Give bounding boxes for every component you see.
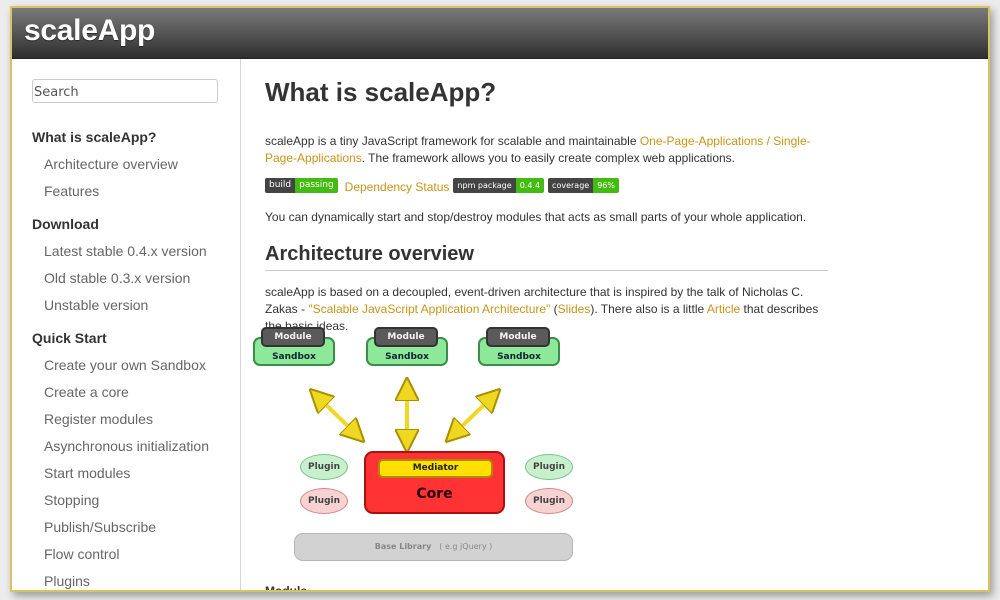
- module-box: Module: [374, 327, 438, 347]
- badge-value: 96%: [593, 177, 619, 193]
- plugin-red-right: Plugin: [525, 488, 573, 514]
- sidebar-item-flow-control[interactable]: Flow control: [32, 544, 240, 571]
- brand-logo[interactable]: scaleApp: [24, 14, 155, 48]
- sidebar-item-stopping[interactable]: Stopping: [32, 490, 240, 517]
- sidebar-item-create-core[interactable]: Create a core: [32, 382, 240, 409]
- plugin-red-left: Plugin: [300, 488, 348, 514]
- module-box: Module: [486, 327, 550, 347]
- browser-window: scaleApp What is scaleApp? Architecture …: [10, 6, 990, 592]
- badge-value: 0.4.4: [515, 177, 545, 193]
- core-label: Core: [416, 486, 453, 502]
- module-heading: Module: [265, 584, 307, 592]
- page-title: What is scaleApp?: [265, 77, 497, 107]
- badge-label: npm package: [453, 177, 516, 193]
- arrow-left: [318, 397, 356, 434]
- sidebar-item-create-sandbox[interactable]: Create your own Sandbox: [32, 355, 240, 382]
- module-box: Module: [261, 327, 325, 347]
- badge-value: passing: [295, 177, 338, 193]
- intro-paragraph: scaleApp is a tiny JavaScript framework …: [265, 133, 835, 167]
- arch-text: ). There also is a little: [590, 302, 707, 316]
- slides-link[interactable]: Slides: [558, 302, 591, 316]
- badge-label: build: [265, 177, 296, 193]
- base-library-label: Base Library: [374, 542, 432, 551]
- sidebar-item-async-init[interactable]: Asynchronous initialization: [32, 436, 240, 463]
- module-sandbox-3: Sandbox Module: [478, 327, 560, 367]
- sidebar-section-what-is[interactable]: What is scaleApp?: [32, 127, 240, 154]
- arrow-right: [454, 397, 492, 434]
- dependency-status-link[interactable]: Dependency Status: [345, 180, 450, 194]
- modules-paragraph: You can dynamically start and stop/destr…: [265, 210, 807, 224]
- module-sandbox-2: Sandbox Module: [366, 327, 448, 367]
- intro-text-end: . The framework allows you to easily cre…: [361, 151, 736, 165]
- plugin-green-left: Plugin: [300, 454, 348, 480]
- top-bar: scaleApp: [12, 8, 988, 59]
- sidebar-item-register-modules[interactable]: Register modules: [32, 409, 240, 436]
- search-input[interactable]: [32, 79, 218, 103]
- build-status-badge[interactable]: build passing: [265, 177, 338, 193]
- plugin-green-right: Plugin: [525, 454, 573, 480]
- sidebar-item-plugins[interactable]: Plugins: [32, 571, 240, 590]
- sidebar-item-features[interactable]: Features: [32, 181, 240, 208]
- article-link[interactable]: Article: [707, 302, 740, 316]
- talk-link[interactable]: "Scalable JavaScript Application Archite…: [308, 302, 550, 316]
- sidebar-item-start-modules[interactable]: Start modules: [32, 463, 240, 490]
- core-box: Mediator Core: [364, 451, 505, 514]
- badge-label: coverage: [548, 177, 594, 193]
- mediator-box: Mediator: [378, 459, 493, 478]
- main-content: What is scaleApp? scaleApp is a tiny Jav…: [242, 59, 988, 590]
- architecture-diagram: Sandbox Module Sandbox Module Sandbox Mo…: [253, 327, 592, 567]
- base-library-box: Base Library ( e.g jQuery ): [294, 533, 573, 561]
- sidebar: What is scaleApp? Architecture overview …: [12, 59, 241, 590]
- module-sandbox-1: Sandbox Module: [253, 327, 335, 367]
- sidebar-item-pubsub[interactable]: Publish/Subscribe: [32, 517, 240, 544]
- npm-package-badge[interactable]: npm package 0.4.4: [453, 177, 545, 193]
- sidebar-section-download[interactable]: Download: [32, 214, 240, 241]
- sidebar-item-architecture-overview[interactable]: Architecture overview: [32, 154, 240, 181]
- badges-row: build passing Dependency Status npm packa…: [265, 176, 623, 194]
- sidebar-item-latest-stable[interactable]: Latest stable 0.4.x version: [32, 241, 240, 268]
- sidebar-section-quick-start[interactable]: Quick Start: [32, 328, 240, 355]
- sidebar-item-unstable[interactable]: Unstable version: [32, 295, 240, 322]
- arch-text: (: [550, 302, 558, 316]
- coverage-badge[interactable]: coverage 96%: [548, 177, 619, 193]
- sidebar-item-old-stable[interactable]: Old stable 0.3.x version: [32, 268, 240, 295]
- intro-text: scaleApp is a tiny JavaScript framework …: [265, 134, 640, 148]
- sidebar-nav: What is scaleApp? Architecture overview …: [32, 127, 240, 590]
- base-library-example: ( e.g jQuery ): [439, 542, 493, 551]
- architecture-heading: Architecture overview: [265, 243, 828, 271]
